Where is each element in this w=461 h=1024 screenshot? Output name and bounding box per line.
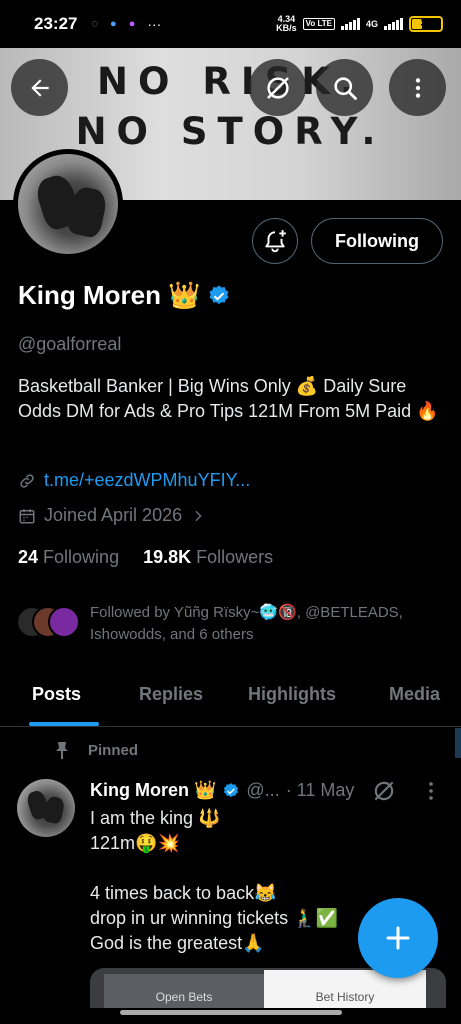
profile-link[interactable]: t.me/+eezdWPMhuYFIY...	[44, 470, 250, 491]
post-author-avatar[interactable]	[17, 779, 75, 837]
home-indicator[interactable]	[120, 1010, 342, 1015]
profile-avatar[interactable]	[13, 149, 123, 259]
notification-icon: ●	[110, 18, 117, 30]
mutual-avatar	[48, 606, 80, 638]
post-author-name[interactable]: King Moren 👑	[90, 780, 216, 801]
active-tab-indicator	[29, 722, 99, 726]
name-row: King Moren 👑	[18, 280, 231, 311]
status-right: 4.34 KB/s Vo LTE 4G 34	[276, 15, 443, 33]
notification-icon: ◌	[91, 18, 99, 30]
pin-icon	[56, 742, 68, 759]
bell-plus-icon	[265, 230, 286, 253]
notification-icon: ●	[128, 18, 136, 30]
post-author-handle[interactable]: @...	[246, 780, 279, 801]
post-text: I am the king 🔱 121m🤑💥 4 times back to b…	[90, 808, 338, 953]
post-header: King Moren 👑 @... · 11 May	[90, 780, 354, 801]
followed-by-text: Followed by Yũñg Rïsky~🥶🔞, @BETLEADS, Is…	[90, 604, 403, 643]
status-bar: 23:27 ◌ ● ● ··· 4.34 KB/s Vo LTE 4G 34	[0, 0, 461, 48]
link-icon	[20, 473, 34, 488]
joined-date: Joined April 2026	[44, 505, 183, 525]
tab-highlights[interactable]: Highlights	[248, 684, 336, 705]
mutual-avatars	[16, 606, 82, 640]
scrollbar[interactable]	[455, 728, 461, 758]
post-more-icon[interactable]	[421, 780, 441, 802]
more-vertical-icon	[415, 77, 420, 98]
plus-icon	[386, 926, 410, 950]
pinned-label: Pinned	[88, 741, 139, 759]
network-speed: 4.34 KB/s	[276, 14, 297, 33]
more-notifications-icon: ···	[147, 16, 162, 32]
verified-badge-icon	[224, 782, 239, 797]
notification-icons: ◌ ● ● ···	[91, 16, 161, 32]
grok-button[interactable]	[249, 59, 306, 116]
tab-replies[interactable]: Replies	[139, 684, 203, 705]
calendar-icon	[19, 508, 35, 523]
search-button[interactable]	[316, 59, 373, 116]
network-type: 4G	[365, 19, 378, 29]
signal-icon-2	[384, 18, 403, 30]
search-icon	[333, 76, 357, 100]
following-button[interactable]: Following	[311, 218, 443, 264]
post-date[interactable]: · 11 May	[286, 780, 355, 801]
pinned-label-row: Pinned	[54, 741, 138, 759]
tab-media[interactable]: Media	[389, 684, 440, 705]
grok-icon	[266, 76, 289, 99]
profile-link-row: t.me/+eezdWPMhuYFIY...	[18, 470, 250, 491]
profile-tabs: Posts Replies Highlights Media	[0, 668, 461, 727]
battery-icon: 34	[409, 16, 443, 32]
verified-badge-icon[interactable]	[207, 284, 231, 308]
followers-stat[interactable]: 19.8K Followers	[143, 547, 273, 568]
notifications-bell-button[interactable]	[252, 218, 298, 264]
embed-tab-open-bets: Open Bets	[104, 974, 264, 1008]
profile-handle: @goalforreal	[18, 334, 122, 354]
volte-icon: Vo LTE	[302, 18, 335, 30]
chevron-right-icon	[195, 510, 202, 521]
display-name: King Moren 👑	[18, 280, 201, 310]
following-stat[interactable]: 24 Following	[18, 547, 119, 568]
compose-post-button[interactable]	[358, 898, 438, 978]
status-time: 23:27	[34, 14, 78, 33]
followed-by-row[interactable]: Followed by Yũñg Rïsky~🥶🔞, @BETLEADS, Is…	[16, 602, 450, 646]
tab-posts[interactable]: Posts	[32, 684, 81, 705]
grok-icon[interactable]	[371, 778, 397, 804]
more-options-button[interactable]	[389, 59, 446, 116]
signal-icon	[340, 18, 360, 30]
profile-bio: Basketball Banker | Big Wins Only 💰 Dail…	[18, 376, 439, 421]
joined-row[interactable]: Joined April 2026	[18, 505, 206, 526]
back-button[interactable]	[11, 59, 68, 116]
banner-line-2: NO STORY.	[75, 110, 386, 153]
follow-stats: 24 Following 19.8K Followers	[18, 547, 273, 568]
arrow-left-icon	[30, 78, 49, 97]
